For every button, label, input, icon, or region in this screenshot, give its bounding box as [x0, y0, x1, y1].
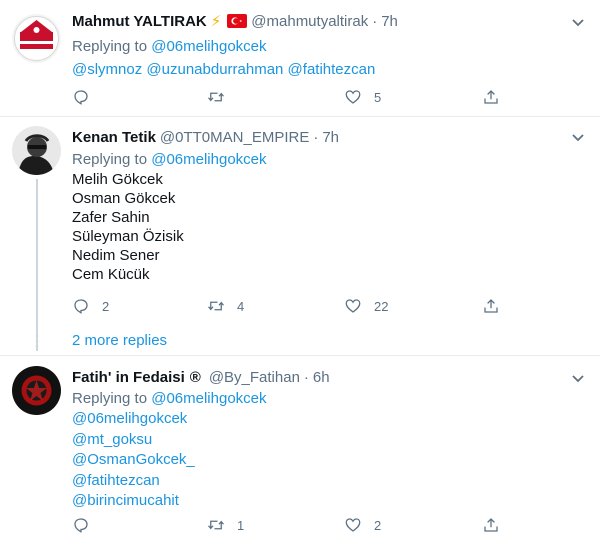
tweet-text-line: Nedim Sener	[72, 247, 160, 264]
share-button[interactable]	[482, 297, 500, 315]
tweet-mahmut-yaltirak[interactable]: Mahmut YALTIRAK ⚡ @mahmutyaltirak · 7h R…	[0, 0, 600, 116]
separator-dot: ·	[372, 12, 378, 30]
chevron-down-icon[interactable]	[570, 14, 586, 30]
retweet-count: 1	[237, 517, 245, 533]
registered-badge: ®	[189, 368, 201, 386]
tweet-text-line: Süleyman Özisik	[72, 228, 184, 245]
user-handle[interactable]: @By_Fatihan	[209, 369, 300, 386]
retweet-icon	[208, 92, 224, 102]
retweet-icon	[208, 520, 224, 530]
tweet-kenan-tetik[interactable]: Kenan Tetik @0TT0MAN_EMPIRE · 7h Replyin…	[0, 117, 600, 352]
display-name[interactable]: Fatih' in Fedaisi	[72, 369, 185, 386]
lightning-emoji: ⚡	[210, 13, 222, 30]
reply-button[interactable]	[72, 516, 102, 534]
retweet-icon	[208, 301, 224, 311]
replying-to: Replying to @06melihgokcek	[72, 151, 267, 168]
heart-icon	[345, 518, 361, 532]
like-button[interactable]: 2	[344, 516, 381, 534]
heart-icon	[345, 90, 361, 104]
thread-connector	[36, 179, 38, 351]
reply-icon	[74, 90, 88, 105]
share-icon	[484, 518, 498, 532]
retweet-button[interactable]: 1	[207, 516, 244, 534]
like-button[interactable]: 22	[344, 297, 388, 315]
like-count: 2	[374, 517, 382, 533]
chevron-down-icon[interactable]	[570, 129, 586, 145]
timestamp[interactable]: 7h	[381, 13, 398, 30]
share-button[interactable]	[482, 88, 500, 106]
tweet-text-line: Osman Gökcek	[72, 190, 176, 207]
retweet-button[interactable]	[207, 88, 237, 106]
tweet-text[interactable]: @slymnoz @uzunabdurrahman @fatihtezcan	[72, 60, 375, 80]
avatar[interactable]	[12, 366, 61, 415]
reply-icon	[74, 518, 88, 533]
separator-dot: ·	[313, 128, 319, 146]
turkey-flag-icon	[227, 14, 248, 28]
replying-to-link[interactable]: @06melihgokcek	[151, 38, 266, 55]
display-name[interactable]: Kenan Tetik	[72, 129, 156, 146]
like-count: 22	[374, 298, 389, 314]
separator-dot: ·	[303, 368, 309, 386]
reply-icon	[74, 299, 88, 314]
more-replies-link[interactable]: 2 more replies	[72, 332, 167, 349]
tweet-fatih-in-fedaisi[interactable]: Fatih' in Fedaisi ® @By_Fatihan · 6h Rep…	[0, 356, 600, 556]
replying-to-link[interactable]: @06melihgokcek	[151, 390, 266, 407]
replying-to: Replying to @06melihgokcek	[72, 38, 267, 55]
user-handle[interactable]: @0TT0MAN_EMPIRE	[160, 129, 309, 146]
share-icon	[484, 299, 498, 313]
tweet-text-line: Zafer Sahin	[72, 209, 150, 226]
chevron-down-icon[interactable]	[570, 370, 586, 386]
reply-button[interactable]: 2	[72, 297, 109, 315]
heart-icon	[345, 299, 361, 313]
reply-count: 2	[102, 298, 110, 314]
avatar[interactable]	[12, 126, 61, 175]
user-handle[interactable]: @mahmutyaltirak	[251, 13, 368, 30]
replying-to: Replying to @06melihgokcek	[72, 390, 267, 407]
thread-dots	[35, 334, 39, 348]
share-icon	[484, 90, 498, 104]
tweet-text-line: Melih Gökcek	[72, 171, 163, 188]
reply-feed: Mahmut YALTIRAK ⚡ @mahmutyaltirak · 7h R…	[0, 0, 600, 556]
share-button[interactable]	[482, 516, 500, 534]
tweet-text-line: Cem Kücük	[72, 266, 150, 283]
mention-link[interactable]: @OsmanGokcek_	[72, 450, 195, 470]
display-name[interactable]: Mahmut YALTIRAK	[72, 13, 207, 30]
reply-button[interactable]	[72, 88, 102, 106]
retweet-count: 4	[237, 298, 245, 314]
like-button[interactable]: 5	[344, 88, 381, 106]
timestamp[interactable]: 6h	[313, 369, 330, 386]
replying-to-link[interactable]: @06melihgokcek	[151, 151, 266, 168]
mention-link[interactable]: @birincimucahit	[72, 491, 179, 511]
mention-link[interactable]: @mt_goksu	[72, 430, 152, 450]
timestamp[interactable]: 7h	[322, 129, 339, 146]
retweet-button[interactable]: 4	[207, 297, 244, 315]
mention-link[interactable]: @06melihgokcek	[72, 409, 187, 429]
like-count: 5	[374, 89, 382, 105]
mention-link[interactable]: @fatihtezcan	[72, 471, 160, 491]
avatar[interactable]	[12, 14, 61, 63]
